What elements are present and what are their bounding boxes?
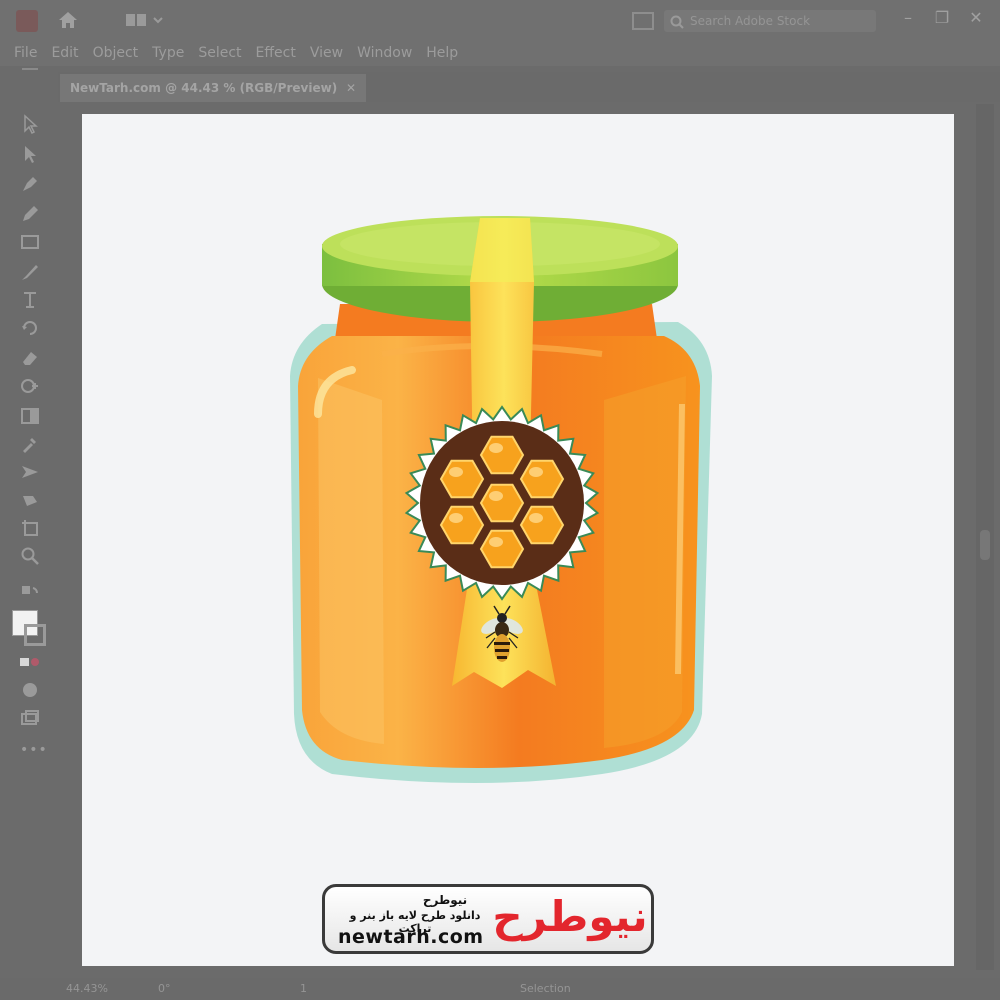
menu-effect[interactable]: Effect [256, 45, 296, 61]
workspace-icon[interactable] [126, 12, 166, 30]
panel-grip[interactable] [22, 68, 38, 70]
honeycomb-cell [479, 435, 525, 475]
menu-bar: File Edit Object Type Select Effect View… [0, 40, 1000, 66]
search-icon [670, 14, 684, 29]
gradient-tool-icon[interactable] [20, 406, 40, 426]
arrange-documents-icon[interactable] [632, 12, 654, 30]
watermark-logo-mark: نیوطرح [492, 892, 648, 941]
draw-mode-icon[interactable] [20, 652, 40, 672]
honeycomb-highlight [489, 443, 503, 453]
brush-tool-icon[interactable] [20, 262, 40, 282]
eraser-tool-icon[interactable] [20, 348, 40, 368]
more-tools-icon[interactable]: ••• [20, 742, 47, 758]
tools-panel: ••• [8, 68, 52, 784]
home-icon[interactable] [56, 8, 80, 32]
honeycomb-highlight [449, 467, 463, 477]
honeycomb-cell [479, 529, 525, 569]
honeycomb-highlight [489, 491, 503, 501]
menu-object[interactable]: Object [93, 45, 139, 61]
minimize-button[interactable]: – [898, 8, 918, 27]
menu-file[interactable]: File [14, 45, 37, 61]
direct-selection-tool-icon[interactable] [20, 144, 40, 164]
app-logo [16, 10, 38, 32]
menu-view[interactable]: View [310, 45, 343, 61]
symbol-sprayer-icon[interactable] [20, 490, 40, 510]
rectangle-tool-icon[interactable] [20, 232, 40, 252]
rotate-tool-icon[interactable] [20, 318, 40, 338]
honeycomb-highlight [489, 537, 503, 547]
artboard-tool-icon[interactable] [20, 518, 40, 538]
swap-colors-icon[interactable] [20, 584, 40, 604]
honeycomb-cell [439, 505, 485, 545]
document-tab-label: NewTarh.com @ 44.43 % (RGB/Preview) [70, 81, 338, 95]
artboard-canvas[interactable] [82, 114, 954, 966]
honeycomb-cell [479, 483, 525, 523]
screen-mode-icon[interactable] [20, 680, 40, 700]
search-input[interactable]: Search Adobe Stock [664, 10, 876, 32]
honeycomb-cell [519, 459, 565, 499]
selection-tool-icon[interactable] [20, 114, 40, 134]
restore-button[interactable]: ❐ [932, 8, 952, 27]
menu-window[interactable]: Window [357, 45, 412, 61]
current-tool-name: Selection [520, 982, 571, 995]
title-bar: Search Adobe Stock – ❐ ✕ [0, 0, 1000, 40]
honeycomb-cell [439, 459, 485, 499]
artboard-navigator[interactable]: 1 [300, 982, 307, 995]
watermark-title: نیوطرح [422, 893, 468, 907]
menu-help[interactable]: Help [426, 45, 458, 61]
shape-builder-icon[interactable] [20, 376, 40, 396]
type-tool-icon[interactable] [20, 290, 40, 310]
close-tab-icon[interactable]: ✕ [346, 81, 356, 95]
honeycomb-highlight [529, 513, 543, 523]
zoom-level[interactable]: 44.43% [66, 982, 108, 995]
document-tab[interactable]: NewTarh.com @ 44.43 % (RGB/Preview) ✕ [60, 74, 366, 102]
pencil-tool-icon[interactable] [20, 204, 40, 224]
menu-type[interactable]: Type [152, 45, 184, 61]
rotation-angle[interactable]: 0° [158, 982, 171, 995]
honey-jar-illustration[interactable] [82, 114, 954, 966]
status-bar: 44.43% 0° 1 Selection [0, 978, 1000, 1000]
zoom-tool-icon[interactable] [20, 546, 40, 566]
menu-edit[interactable]: Edit [51, 45, 78, 61]
honeycomb-highlight [529, 467, 543, 477]
watermark-url: newtarh.com [338, 926, 484, 948]
stroke-color-icon[interactable] [24, 624, 46, 646]
scrollbar-thumb[interactable] [980, 530, 990, 560]
honeycomb-highlight [449, 513, 463, 523]
menu-select[interactable]: Select [198, 45, 241, 61]
edit-toolbar-icon[interactable] [20, 708, 40, 728]
eyedropper-tool-icon[interactable] [20, 434, 40, 454]
blend-tool-icon[interactable] [20, 462, 40, 482]
pen-tool-icon[interactable] [20, 174, 40, 194]
honeycomb-cell [519, 505, 565, 545]
close-button[interactable]: ✕ [966, 8, 986, 27]
